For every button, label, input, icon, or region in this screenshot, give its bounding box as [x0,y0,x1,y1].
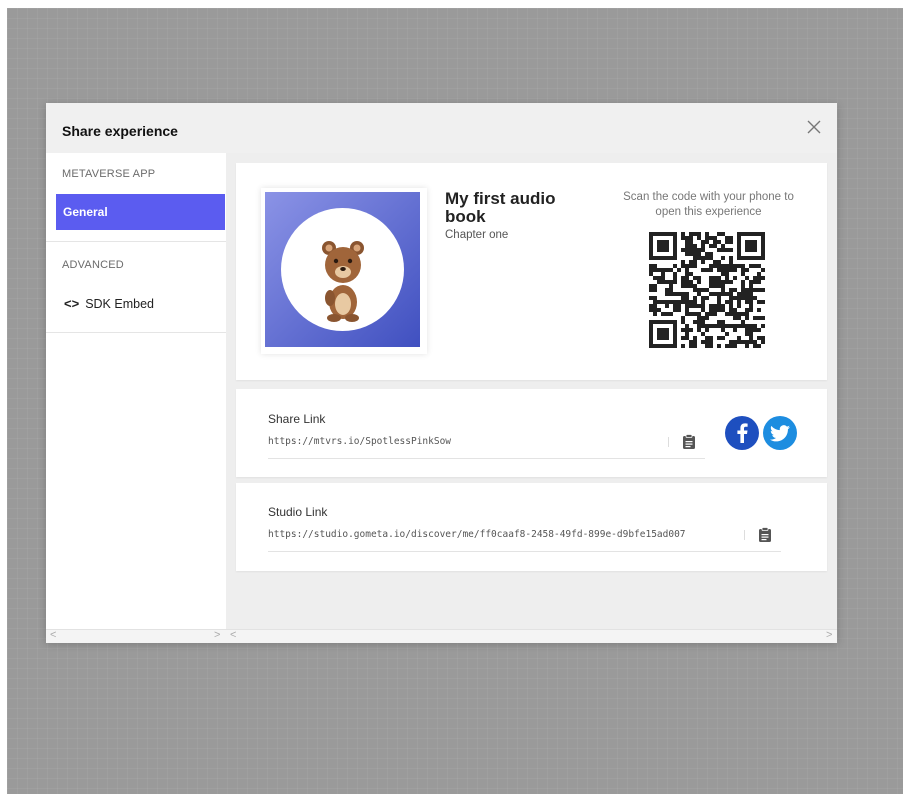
experience-subtitle: Chapter one [445,229,509,241]
code-icon: <> [64,296,80,311]
section-advanced: ADVANCED [62,259,124,271]
sidebar-divider [46,332,226,333]
sidebar-item-general[interactable]: General [56,194,225,230]
share-modal: Share experience METAVERSE APP General A… [46,103,837,643]
copy-share-link-button[interactable] [682,434,696,450]
facebook-share-button[interactable] [725,416,759,450]
scroll-left-arrow[interactable]: < [230,629,236,641]
qr-code [649,232,765,348]
sidebar-horizontal-scrollbar[interactable]: < > [46,629,226,643]
clipboard-icon [759,527,771,542]
scroll-right-arrow[interactable]: > [214,629,220,641]
modal-header: Share experience [46,103,837,153]
experience-title: My first audio book [445,189,556,226]
share-link-card: Share Link https://mtvrs.io/SpotlessPink… [236,389,827,477]
sidebar-item-sdk-embed[interactable]: <> SDK Embed [64,296,154,311]
main-horizontal-scrollbar[interactable]: < > [226,629,837,643]
cover-image [261,188,427,354]
twitter-icon [770,424,790,441]
studio-link-url[interactable]: https://studio.gometa.io/discover/me/ff0… [268,529,686,540]
bear-icon [322,241,364,322]
section-metaverse-app: METAVERSE APP [62,168,156,180]
facebook-icon [737,423,748,443]
experience-card: My first audio book Chapter one Scan the… [236,163,827,380]
close-button[interactable] [804,117,824,137]
sidebar: METAVERSE APP General ADVANCED <> SDK Em… [46,153,226,629]
clipboard-icon [683,434,695,449]
sidebar-item-label: SDK Embed [85,296,154,311]
copy-studio-link-button[interactable] [758,527,772,543]
studio-link-label: Studio Link [268,505,328,519]
close-icon [807,120,821,134]
studio-link-card: Studio Link https://studio.gometa.io/dis… [236,483,827,571]
twitter-share-button[interactable] [763,416,797,450]
share-link-url[interactable]: https://mtvrs.io/SpotlessPinkSow [268,436,451,447]
scroll-right-arrow[interactable]: > [826,629,832,641]
main-panel: My first audio book Chapter one Scan the… [226,153,837,629]
qr-caption: Scan the code with your phone to open th… [623,191,794,218]
scroll-left-arrow[interactable]: < [50,629,56,641]
modal-title: Share experience [62,123,178,139]
sidebar-divider [46,241,226,242]
share-link-label: Share Link [268,412,326,426]
